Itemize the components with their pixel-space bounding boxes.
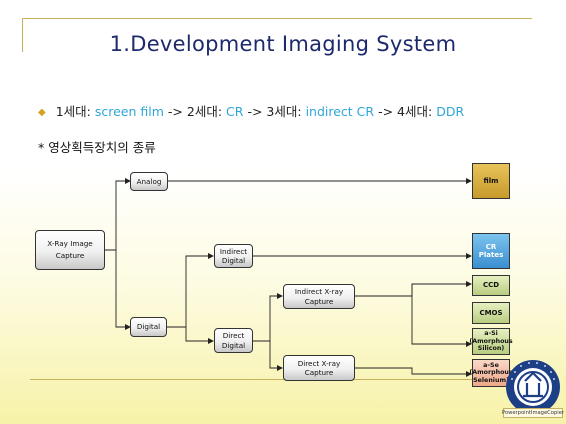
xray-image-capture-box: X-Ray Image Capture	[35, 230, 105, 270]
indirect-xray-line1: Indirect X-ray	[294, 287, 344, 297]
cr-plates-box: CR Plates	[472, 233, 510, 269]
ase-line1: a-Se	[483, 361, 499, 369]
direct-xray-capture-box: Direct X-ray Capture	[283, 355, 355, 381]
cmos-box: CMOS	[472, 302, 510, 324]
direct-digital-line1: Direct	[222, 331, 245, 341]
direct-xray-line1: Direct X-ray	[297, 358, 341, 368]
film-box: film	[472, 163, 510, 199]
connector-indirectxray-asi	[411, 284, 472, 347]
analog-label: Analog	[136, 176, 162, 186]
ccd-box: CCD	[472, 275, 510, 296]
cmos-label: CMOS	[479, 308, 503, 317]
connector-root-digital	[115, 250, 131, 330]
connector-indirectxray-ccd	[355, 281, 472, 297]
ccd-label: CCD	[482, 281, 500, 290]
cr-plates-label: CR Plates	[478, 242, 504, 259]
indirect-digital-box: Indirect Digital	[214, 244, 253, 268]
direct-digital-line2: Digital	[221, 340, 246, 350]
digital-box: Digital	[130, 317, 167, 337]
digital-label: Digital	[136, 322, 161, 332]
connector-root-analog	[105, 178, 131, 251]
direct-digital-box: Direct Digital	[214, 328, 253, 353]
direct-xray-line2: Capture	[304, 368, 334, 377]
film-label: film	[483, 176, 499, 185]
root-line1: X-Ray Image	[47, 238, 93, 248]
connector-direct-directxray	[269, 341, 283, 371]
indirect-digital-line1: Indirect	[219, 246, 248, 256]
asi-line1: a-Si	[484, 330, 498, 338]
connector-digital-direct	[185, 327, 214, 344]
root-line2: Capture	[55, 251, 85, 260]
connector-directxray-ase	[355, 367, 472, 377]
logo-caption: PowerpointImageCopier	[502, 408, 565, 418]
indirect-digital-line2: Digital	[221, 256, 246, 265]
indirect-xray-capture-box: Indirect X-ray Capture	[283, 284, 355, 309]
connector-direct-indirectxray	[253, 293, 283, 342]
a-si-box: a-Si (Amorphous Silicon)	[469, 328, 513, 355]
analog-box: Analog	[130, 172, 168, 191]
asi-line2: (Amorphous	[469, 337, 513, 345]
asi-line3: Silicon)	[477, 345, 505, 353]
indirect-xray-line2: Capture	[304, 296, 334, 306]
connector-digital-indirect	[167, 253, 214, 328]
